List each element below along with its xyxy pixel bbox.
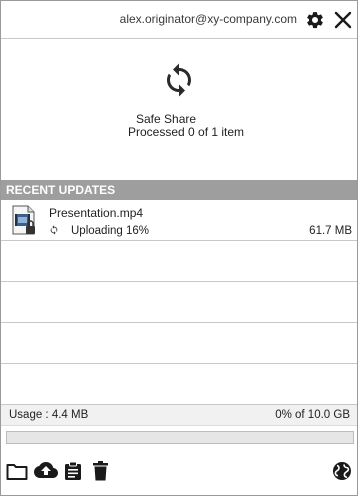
empty-list-row	[1, 323, 357, 364]
processing-status-text: Processed 0 of 1 item	[128, 125, 245, 139]
usage-bar: Usage : 4.4 MB 0% of 10.0 GB	[1, 405, 357, 426]
upload-status: Uploading 16%	[71, 225, 150, 237]
sync-icon	[167, 63, 191, 97]
recent-updates-header: RECENT UPDATES	[1, 180, 357, 200]
app-window: alex.originator@xy-company.com Safe Shar…	[0, 0, 358, 496]
bottom-toolbar	[1, 450, 357, 495]
file-name: Presentation.mp4	[49, 206, 144, 220]
list-item[interactable]: Presentation.mp4 Uploading 16% 61.7 MB	[1, 200, 357, 241]
sync-icon	[50, 225, 58, 235]
gear-icon[interactable]	[305, 10, 325, 30]
header-bar: alex.originator@xy-company.com	[1, 1, 357, 39]
usage-percent: 0% of 10.0 GB	[275, 409, 350, 421]
globe-icon[interactable]	[332, 461, 352, 481]
video-file-icon	[12, 205, 35, 235]
folder-icon[interactable]	[6, 461, 28, 481]
account-email[interactable]: alex.originator@xy-company.com	[120, 12, 297, 26]
empty-list-row	[1, 282, 357, 323]
clipboard-icon[interactable]	[64, 461, 82, 481]
trash-icon[interactable]	[92, 461, 109, 481]
storage-progress-bar	[6, 431, 354, 444]
close-icon[interactable]	[334, 11, 352, 29]
usage-label: Usage : 4.4 MB	[9, 409, 89, 421]
empty-list-row	[1, 241, 357, 282]
sync-status-panel: Safe Share Processed 0 of 1 item	[1, 40, 357, 180]
empty-list-row	[1, 364, 357, 405]
app-name: Safe Share	[136, 112, 197, 126]
file-size: 61.7 MB	[309, 225, 352, 237]
recent-updates-list: Presentation.mp4 Uploading 16% 61.7 MB	[1, 200, 357, 405]
cloud-upload-icon[interactable]	[34, 461, 58, 481]
